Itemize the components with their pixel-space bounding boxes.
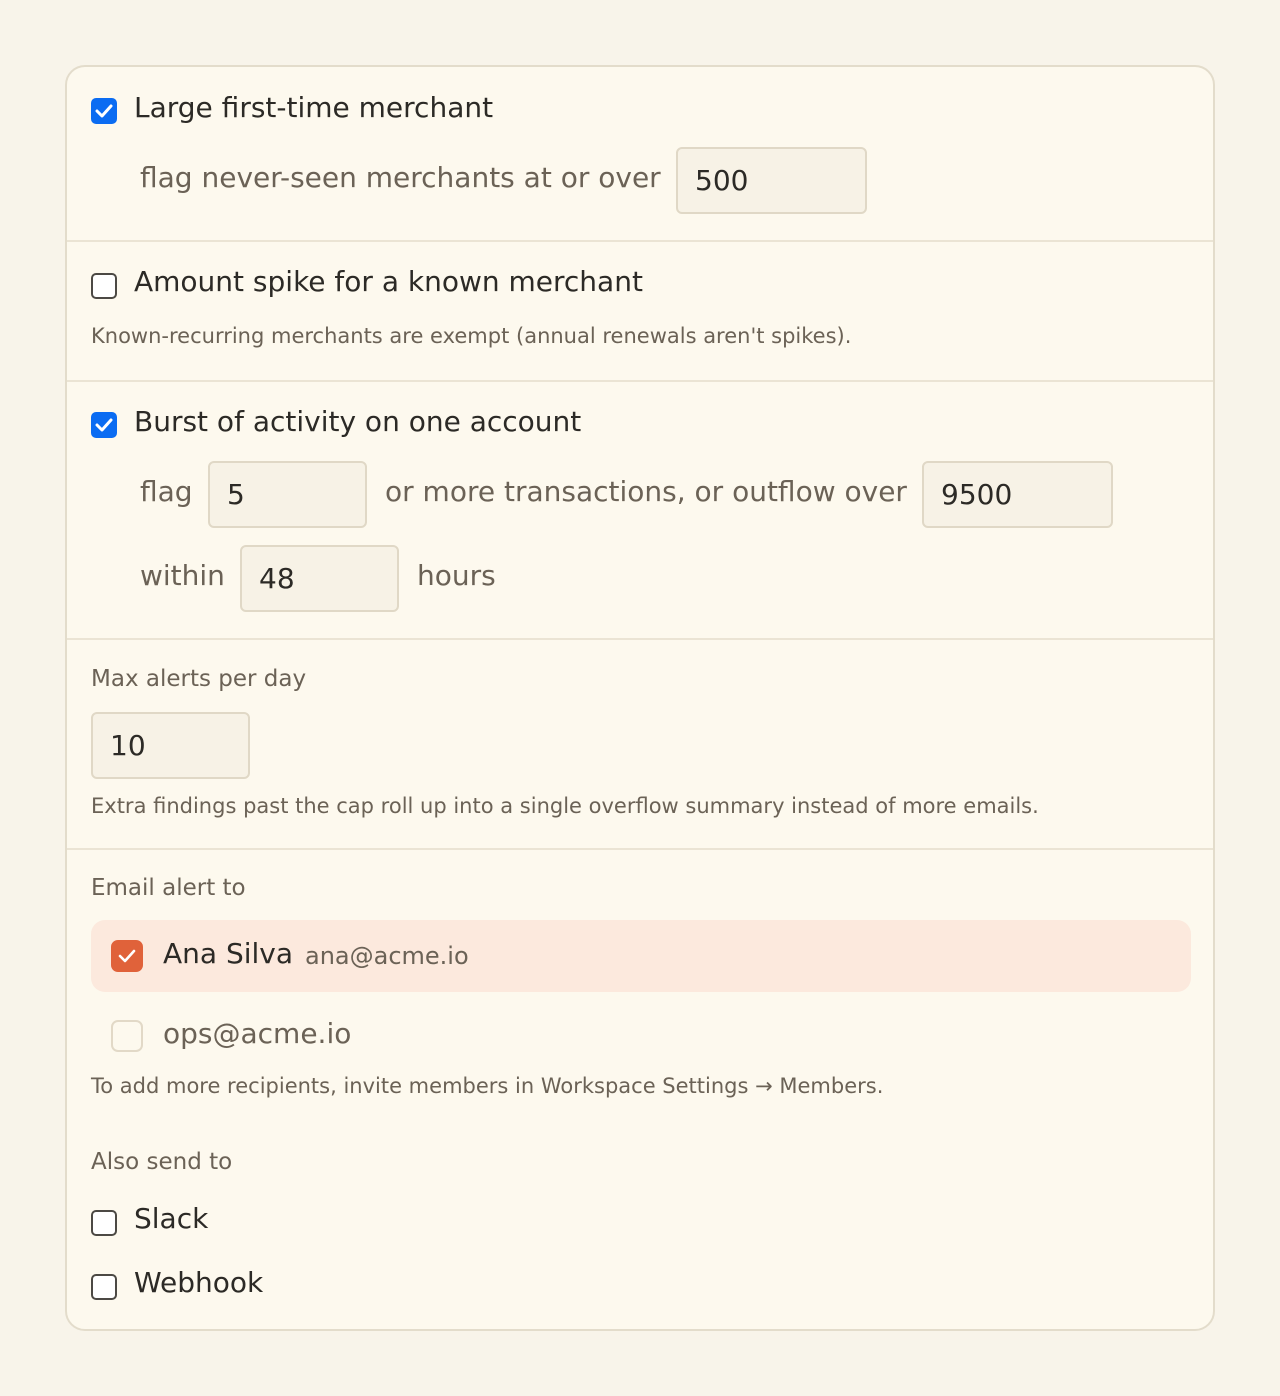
alert-settings-card: Large first-time merchant flag never-see… — [65, 65, 1215, 1331]
recipient-ana-email: ana@acme.io — [305, 942, 469, 970]
slack-label: Slack — [134, 1202, 209, 1235]
recipient-ana-name: Ana Silva — [163, 937, 294, 970]
check-icon — [118, 949, 136, 963]
slack-checkbox[interactable] — [91, 1210, 117, 1236]
burst-flag-label: flag — [140, 475, 193, 508]
max-alerts-help: Extra findings past the cap roll up into… — [91, 794, 1039, 818]
burst-within-label: within — [140, 559, 225, 592]
amount-spike-help: Known-recurring merchants are exempt (an… — [91, 324, 852, 348]
webhook-checkbox[interactable] — [91, 1274, 117, 1300]
recipient-ops[interactable]: ops@acme.io — [91, 1000, 1191, 1072]
burst-checkbox[interactable] — [91, 412, 117, 438]
large-merchant-prefix: flag never-seen merchants at or over — [140, 161, 661, 194]
burst-middle-label: or more transactions, or outflow over — [385, 475, 907, 508]
email-alert-label: Email alert to — [91, 875, 246, 901]
burst-count-input[interactable] — [208, 461, 367, 528]
burst-hours-label: hours — [417, 559, 496, 592]
recipient-ana-checkbox[interactable] — [111, 940, 143, 972]
rule-amount-spike: Amount spike for a known merchant Known-… — [67, 242, 1213, 382]
large-merchant-threshold-input[interactable] — [676, 147, 867, 214]
webhook-label: Webhook — [134, 1266, 264, 1299]
rule-burst: Burst of activity on one account flag or… — [67, 382, 1213, 640]
rule-large-merchant: Large first-time merchant flag never-see… — [67, 67, 1213, 242]
recipients-help: To add more recipients, invite members i… — [91, 1074, 884, 1098]
also-send-label: Also send to — [91, 1149, 233, 1175]
amount-spike-checkbox[interactable] — [91, 273, 117, 299]
email-section: Email alert to Ana Silva ana@acme.io ops… — [67, 850, 1213, 1329]
check-icon — [95, 104, 113, 118]
burst-outflow-input[interactable] — [922, 461, 1113, 528]
recipient-ops-checkbox[interactable] — [111, 1020, 143, 1052]
max-alerts-label: Max alerts per day — [91, 666, 307, 692]
max-alerts-input[interactable] — [91, 712, 250, 779]
recipient-ana[interactable]: Ana Silva ana@acme.io — [91, 920, 1191, 992]
large-merchant-title: Large first-time merchant — [134, 91, 494, 124]
large-merchant-checkbox[interactable] — [91, 98, 117, 124]
check-icon — [95, 418, 113, 432]
max-alerts-section: Max alerts per day Extra findings past t… — [67, 640, 1213, 850]
amount-spike-title: Amount spike for a known merchant — [134, 265, 643, 298]
burst-title: Burst of activity on one account — [134, 405, 582, 438]
burst-hours-input[interactable] — [240, 545, 399, 612]
recipient-ops-email: ops@acme.io — [163, 1017, 352, 1050]
